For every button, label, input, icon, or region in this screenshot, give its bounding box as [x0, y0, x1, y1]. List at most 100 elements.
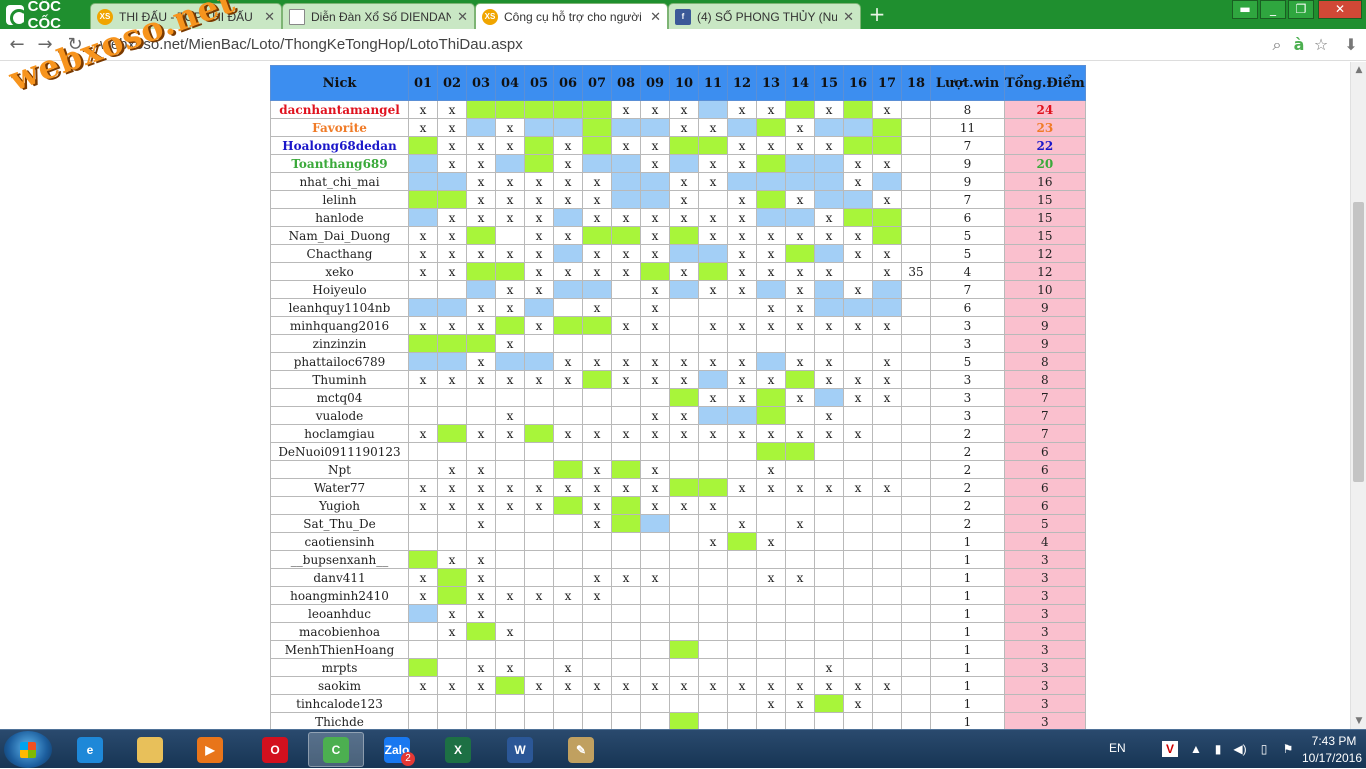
- column-header-number[interactable]: 07: [582, 65, 612, 101]
- system-tray: EN V ▲ ▮ ◀) ▯ ⚑ 7:43 PM 10/17/2016: [1100, 730, 1366, 769]
- action-center-icon[interactable]: ⚑: [1280, 741, 1296, 757]
- number-cell: [408, 712, 438, 729]
- number-cell: x: [524, 226, 554, 245]
- taskbar-excel[interactable]: X: [430, 732, 486, 767]
- number-cell: x: [785, 478, 815, 497]
- number-cell: [814, 172, 844, 191]
- menu-icon[interactable]: ▬: [1232, 0, 1258, 19]
- number-cell: x: [524, 208, 554, 227]
- taskbar-file-explorer[interactable]: [122, 732, 178, 767]
- start-button[interactable]: [4, 731, 52, 768]
- battery-icon[interactable]: ▯: [1256, 741, 1272, 757]
- number-cell: x: [814, 424, 844, 443]
- number-cell: [582, 622, 612, 641]
- number-cell: [698, 712, 728, 729]
- back-arrow-icon[interactable]: ←: [6, 34, 28, 56]
- number-cell: x: [640, 244, 670, 263]
- close-tab-icon[interactable]: ✕: [264, 9, 275, 25]
- number-cell: x: [611, 208, 641, 227]
- tab-cong-cu[interactable]: XS Công cụ hỗ trợ cho người ✕: [475, 3, 668, 29]
- number-cell: [408, 622, 438, 641]
- table-row: Hoiyeulo x x x x x x x 7 10: [270, 280, 1086, 299]
- number-cell: x: [582, 172, 612, 191]
- taskbar-internet-explorer[interactable]: e: [62, 732, 118, 767]
- vertical-scrollbar[interactable]: ▲ ▼: [1350, 62, 1366, 729]
- close-tab-icon[interactable]: ✕: [650, 9, 661, 25]
- close-window-icon[interactable]: ✕: [1318, 0, 1362, 19]
- download-icon[interactable]: ⬇: [1340, 34, 1362, 56]
- scroll-up-icon[interactable]: ▲: [1351, 62, 1366, 78]
- column-header-number[interactable]: 17: [872, 65, 902, 101]
- number-cell: [669, 550, 699, 569]
- maximize-icon[interactable]: ❐: [1288, 0, 1314, 19]
- clock-date[interactable]: 10/17/2016: [1299, 751, 1365, 765]
- number-cell: [756, 154, 786, 173]
- column-header-number[interactable]: 10: [669, 65, 699, 101]
- tong-diem-cell: 20: [1004, 154, 1086, 173]
- number-cell: x: [524, 478, 554, 497]
- tab-dien-dan[interactable]: Diễn Đàn Xổ Số DIENDAN ✕: [282, 3, 475, 29]
- number-cell: [408, 460, 438, 479]
- new-tab-icon[interactable]: +: [868, 4, 886, 24]
- number-cell: x: [727, 100, 757, 119]
- column-header-number[interactable]: 05: [524, 65, 554, 101]
- vietkey-icon[interactable]: V: [1162, 741, 1178, 757]
- taskbar-paint[interactable]: ✎: [553, 732, 609, 767]
- column-header-tong[interactable]: Tổng.Điểm: [1004, 65, 1086, 101]
- column-header-number[interactable]: 04: [495, 65, 525, 101]
- show-hidden-icons-icon[interactable]: ▲: [1188, 741, 1204, 757]
- column-header-nick[interactable]: Nick: [270, 65, 409, 101]
- number-cell: x: [553, 154, 583, 173]
- number-cell: [611, 658, 641, 677]
- translate-icon[interactable]: à: [1288, 34, 1310, 56]
- tong-diem-cell: 5: [1004, 514, 1086, 533]
- column-header-number[interactable]: 01: [408, 65, 438, 101]
- volume-icon[interactable]: ◀): [1232, 741, 1248, 757]
- scroll-down-icon[interactable]: ▼: [1351, 713, 1366, 729]
- number-cell: [843, 514, 873, 533]
- column-header-number[interactable]: 03: [466, 65, 496, 101]
- number-cell: [814, 604, 844, 623]
- column-header-luot[interactable]: Lượt.win: [930, 65, 1005, 101]
- language-indicator[interactable]: EN: [1109, 741, 1126, 755]
- column-header-number[interactable]: 13: [756, 65, 786, 101]
- taskbar-media-player[interactable]: ▶: [182, 732, 238, 767]
- number-cell: [640, 550, 670, 569]
- column-header-number[interactable]: 14: [785, 65, 815, 101]
- number-cell: [843, 496, 873, 515]
- tab-title: Diễn Đàn Xổ Số DIENDAN: [311, 9, 452, 24]
- taskbar-opera[interactable]: O: [247, 732, 303, 767]
- column-header-number[interactable]: 02: [437, 65, 467, 101]
- minimize-icon[interactable]: _: [1260, 0, 1286, 19]
- clock-time[interactable]: 7:43 PM: [1304, 734, 1364, 748]
- column-header-number[interactable]: 11: [698, 65, 728, 101]
- column-header-number[interactable]: 09: [640, 65, 670, 101]
- column-header-number[interactable]: 15: [814, 65, 844, 101]
- number-cell: [756, 514, 786, 533]
- column-header-number[interactable]: 16: [843, 65, 873, 101]
- zoom-search-icon[interactable]: ⌕: [1266, 34, 1288, 56]
- taskbar-zalo[interactable]: Zalo 2: [369, 732, 425, 767]
- number-cell: [698, 478, 728, 497]
- number-cell: [466, 622, 496, 641]
- tong-diem-cell: 15: [1004, 190, 1086, 209]
- number-cell: x: [640, 370, 670, 389]
- scrollbar-thumb[interactable]: [1353, 202, 1364, 482]
- column-header-number[interactable]: 08: [611, 65, 641, 101]
- browser-brand[interactable]: CỐC CỐC: [0, 0, 90, 32]
- media-player-icon: ▶: [197, 736, 223, 763]
- bookmark-star-icon[interactable]: ☆: [1310, 34, 1332, 56]
- network-signal-icon[interactable]: ▮: [1210, 741, 1226, 757]
- taskbar-coccoc[interactable]: C: [308, 732, 364, 767]
- taskbar-word[interactable]: W: [492, 732, 548, 767]
- column-header-number[interactable]: 12: [727, 65, 757, 101]
- column-header-number[interactable]: 18: [901, 65, 931, 101]
- number-cell: [408, 352, 438, 371]
- close-tab-icon[interactable]: ✕: [457, 9, 468, 25]
- column-header-number[interactable]: 06: [553, 65, 583, 101]
- number-cell: [611, 694, 641, 713]
- close-tab-icon[interactable]: ✕: [843, 9, 854, 25]
- url-field[interactable]: webxoso.net/MienBac/Loto/ThongKeTongHop/…: [100, 35, 1260, 55]
- tab-phong-thuy[interactable]: f (4) SỐ PHONG THỦY (Num ✕: [668, 3, 861, 29]
- tong-diem-cell: 12: [1004, 262, 1086, 281]
